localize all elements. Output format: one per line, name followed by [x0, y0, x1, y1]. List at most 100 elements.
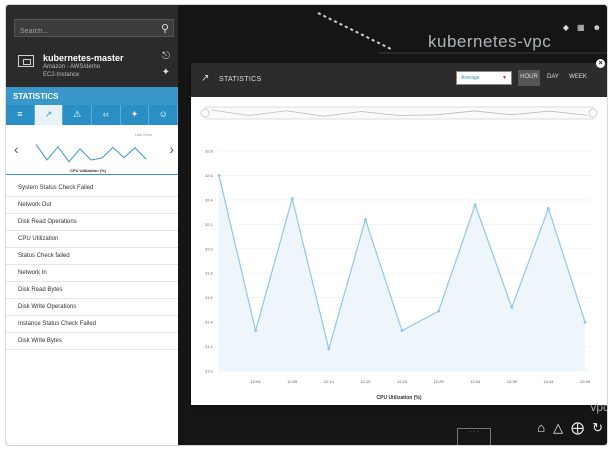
- aggregate-value: Average: [461, 75, 480, 81]
- sparkline-series: [35, 144, 147, 163]
- data-point: [547, 207, 550, 210]
- x-tick-label: 12:29: [434, 379, 445, 384]
- list-item[interactable]: Disk Read Bytes: [6, 282, 178, 299]
- refresh-icon[interactable]: ↻: [592, 420, 603, 435]
- close-icon[interactable]: ×: [596, 59, 605, 68]
- x-tick-label: 12:09: [287, 379, 298, 384]
- x-tick-labels: 12:04 12:09 12:14 12:19 12:24 12:29 12:34 12:39…: [251, 379, 591, 384]
- tab-details-icon[interactable]: ≡: [6, 105, 35, 125]
- sparkline-widget: ‹ › Last Hour CPU Utilization (%): [6, 125, 178, 175]
- chevron-right-icon[interactable]: ›: [169, 141, 174, 157]
- search-box: ⚲: [14, 19, 174, 40]
- x-tick-label: 12:39: [507, 379, 518, 384]
- data-point: [400, 329, 404, 333]
- tab-connections-icon[interactable]: ‹‹: [92, 105, 121, 125]
- x-axis-label: CPU Utilization (%): [377, 395, 422, 401]
- caret-down-icon: ▼: [502, 75, 507, 81]
- data-point: [290, 197, 294, 201]
- statistics-modal: ↗ STATISTICS Average ▼ HOUR DAY WEEK 31.…: [191, 63, 607, 405]
- y-tick-labels: 31.0 31.2 31.4 31.6 31.8 32.0 32.2 32.4 32.6 32.8: [205, 149, 214, 374]
- focus-icon[interactable]: ✦: [162, 67, 170, 78]
- chevron-left-icon[interactable]: ‹: [14, 141, 19, 157]
- tab-network-icon[interactable]: ✦: [121, 105, 150, 125]
- list-item[interactable]: Disk Read Operations: [6, 214, 178, 231]
- metric-list: System Status Check Failed Network Out D…: [6, 180, 178, 350]
- sparkline-chart: [35, 144, 147, 163]
- x-tick-label: 12:14: [324, 379, 335, 384]
- data-point: [510, 306, 514, 309]
- y-tick-label: 31.6: [205, 295, 214, 300]
- y-tick-label: 32.2: [205, 222, 214, 227]
- search-input[interactable]: [15, 23, 155, 40]
- connection-line: [317, 12, 394, 51]
- aggregate-select[interactable]: Average ▼: [456, 71, 512, 85]
- overview-left-handle: [200, 108, 210, 118]
- statistics-header: STATISTICS: [6, 87, 178, 105]
- range-hour-button[interactable]: HOUR: [518, 70, 540, 86]
- cpu-utilization-chart: 31.0 31.2 31.4 31.6 31.8 32.0 32.2 32.4 32.6 32.8…: [200, 106, 598, 401]
- canvas-controls: ⌂ △ ⨁ ↻: [529, 420, 603, 436]
- list-item[interactable]: Status Check failed: [6, 248, 178, 265]
- list-item[interactable]: Disk Write Bytes: [6, 333, 178, 350]
- data-point: [473, 203, 477, 207]
- hierarchy-icon[interactable]: △: [553, 420, 563, 435]
- range-week-button[interactable]: WEEK: [565, 70, 591, 86]
- minimap[interactable]: · · ·: [457, 428, 491, 445]
- app-frame: ⚲ kubernetes-master Amazon - AWS/demo EC…: [5, 4, 608, 446]
- overview-track: [204, 106, 594, 120]
- home-icon[interactable]: ⌂: [537, 420, 545, 435]
- y-tick-label: 32.4: [205, 197, 214, 202]
- list-item[interactable]: Network Out: [6, 197, 178, 214]
- left-panel: ⚲ kubernetes-master Amazon - AWS/demo EC…: [6, 5, 179, 445]
- x-tick-label: 12:19: [360, 379, 371, 384]
- pin-icon[interactable]: ◆: [563, 23, 569, 32]
- search-icon[interactable]: ⚲: [161, 22, 169, 35]
- node-header: kubernetes-master Amazon - AWS/demo EC2-…: [6, 45, 178, 87]
- y-tick-label: 31.2: [205, 344, 214, 349]
- list-item[interactable]: Instance Status Check Failed: [6, 316, 178, 333]
- x-tick-label: 12:44: [543, 379, 554, 384]
- list-item[interactable]: Network In: [6, 265, 178, 282]
- user-icon[interactable]: ☻: [593, 23, 601, 32]
- y-tick-label: 31.0: [205, 369, 214, 374]
- x-tick-label: 12:24: [397, 379, 408, 384]
- pan-icon[interactable]: ⨁: [571, 420, 584, 435]
- tab-alerts-icon[interactable]: ⚠: [63, 105, 93, 125]
- server-icon: [18, 55, 34, 67]
- data-point: [327, 347, 331, 351]
- overview-right-handle: [588, 108, 598, 118]
- y-tick-label: 31.8: [205, 271, 214, 276]
- data-point: [217, 174, 221, 177]
- data-point: [437, 309, 440, 313]
- left-tab-row: ≡ ↗ ⚠ ‹‹ ✦ ☺: [6, 105, 179, 125]
- y-tick-label: 32.8: [205, 149, 214, 154]
- range-day-button[interactable]: DAY: [543, 70, 563, 86]
- list-item[interactable]: CPU Utilization: [6, 231, 178, 248]
- x-tick-label: 12:04: [251, 379, 262, 384]
- y-tick-label: 32.6: [205, 173, 214, 178]
- list-item[interactable]: System Status Check Failed: [6, 180, 178, 197]
- y-tick-label: 32.0: [205, 246, 214, 251]
- search-bar: ⚲: [6, 5, 178, 45]
- x-tick-label: 12:49: [580, 379, 591, 384]
- grid-icon[interactable]: ▦: [577, 23, 585, 32]
- modal-title: STATISTICS: [219, 76, 262, 83]
- data-point: [254, 329, 257, 333]
- vpc-title: kubernetes-vpc: [428, 32, 552, 51]
- modal-header: ↗ STATISTICS Average ▼ HOUR DAY WEEK: [191, 63, 607, 97]
- list-item[interactable]: Disk Write Operations: [6, 299, 178, 316]
- data-point: [364, 218, 367, 221]
- x-tick-label: 12:34: [470, 379, 481, 384]
- range-overview[interactable]: [200, 106, 598, 120]
- tab-statistics-icon[interactable]: ↗: [34, 105, 64, 125]
- tab-settings-icon[interactable]: ☺: [149, 105, 179, 125]
- sparkline-range-label: Last Hour: [134, 132, 152, 137]
- node-title: kubernetes-master: [43, 53, 124, 63]
- canvas-toolbar: ◆ ▦ ☻: [555, 23, 601, 32]
- sparkline-caption: CPU Utilization (%): [70, 168, 106, 173]
- data-point: [583, 320, 587, 324]
- y-tick-label: 31.4: [205, 320, 214, 325]
- share-icon[interactable]: ⎋: [162, 51, 170, 62]
- node-type: EC2-Instance: [43, 72, 80, 78]
- chart-icon: ↗: [201, 73, 210, 84]
